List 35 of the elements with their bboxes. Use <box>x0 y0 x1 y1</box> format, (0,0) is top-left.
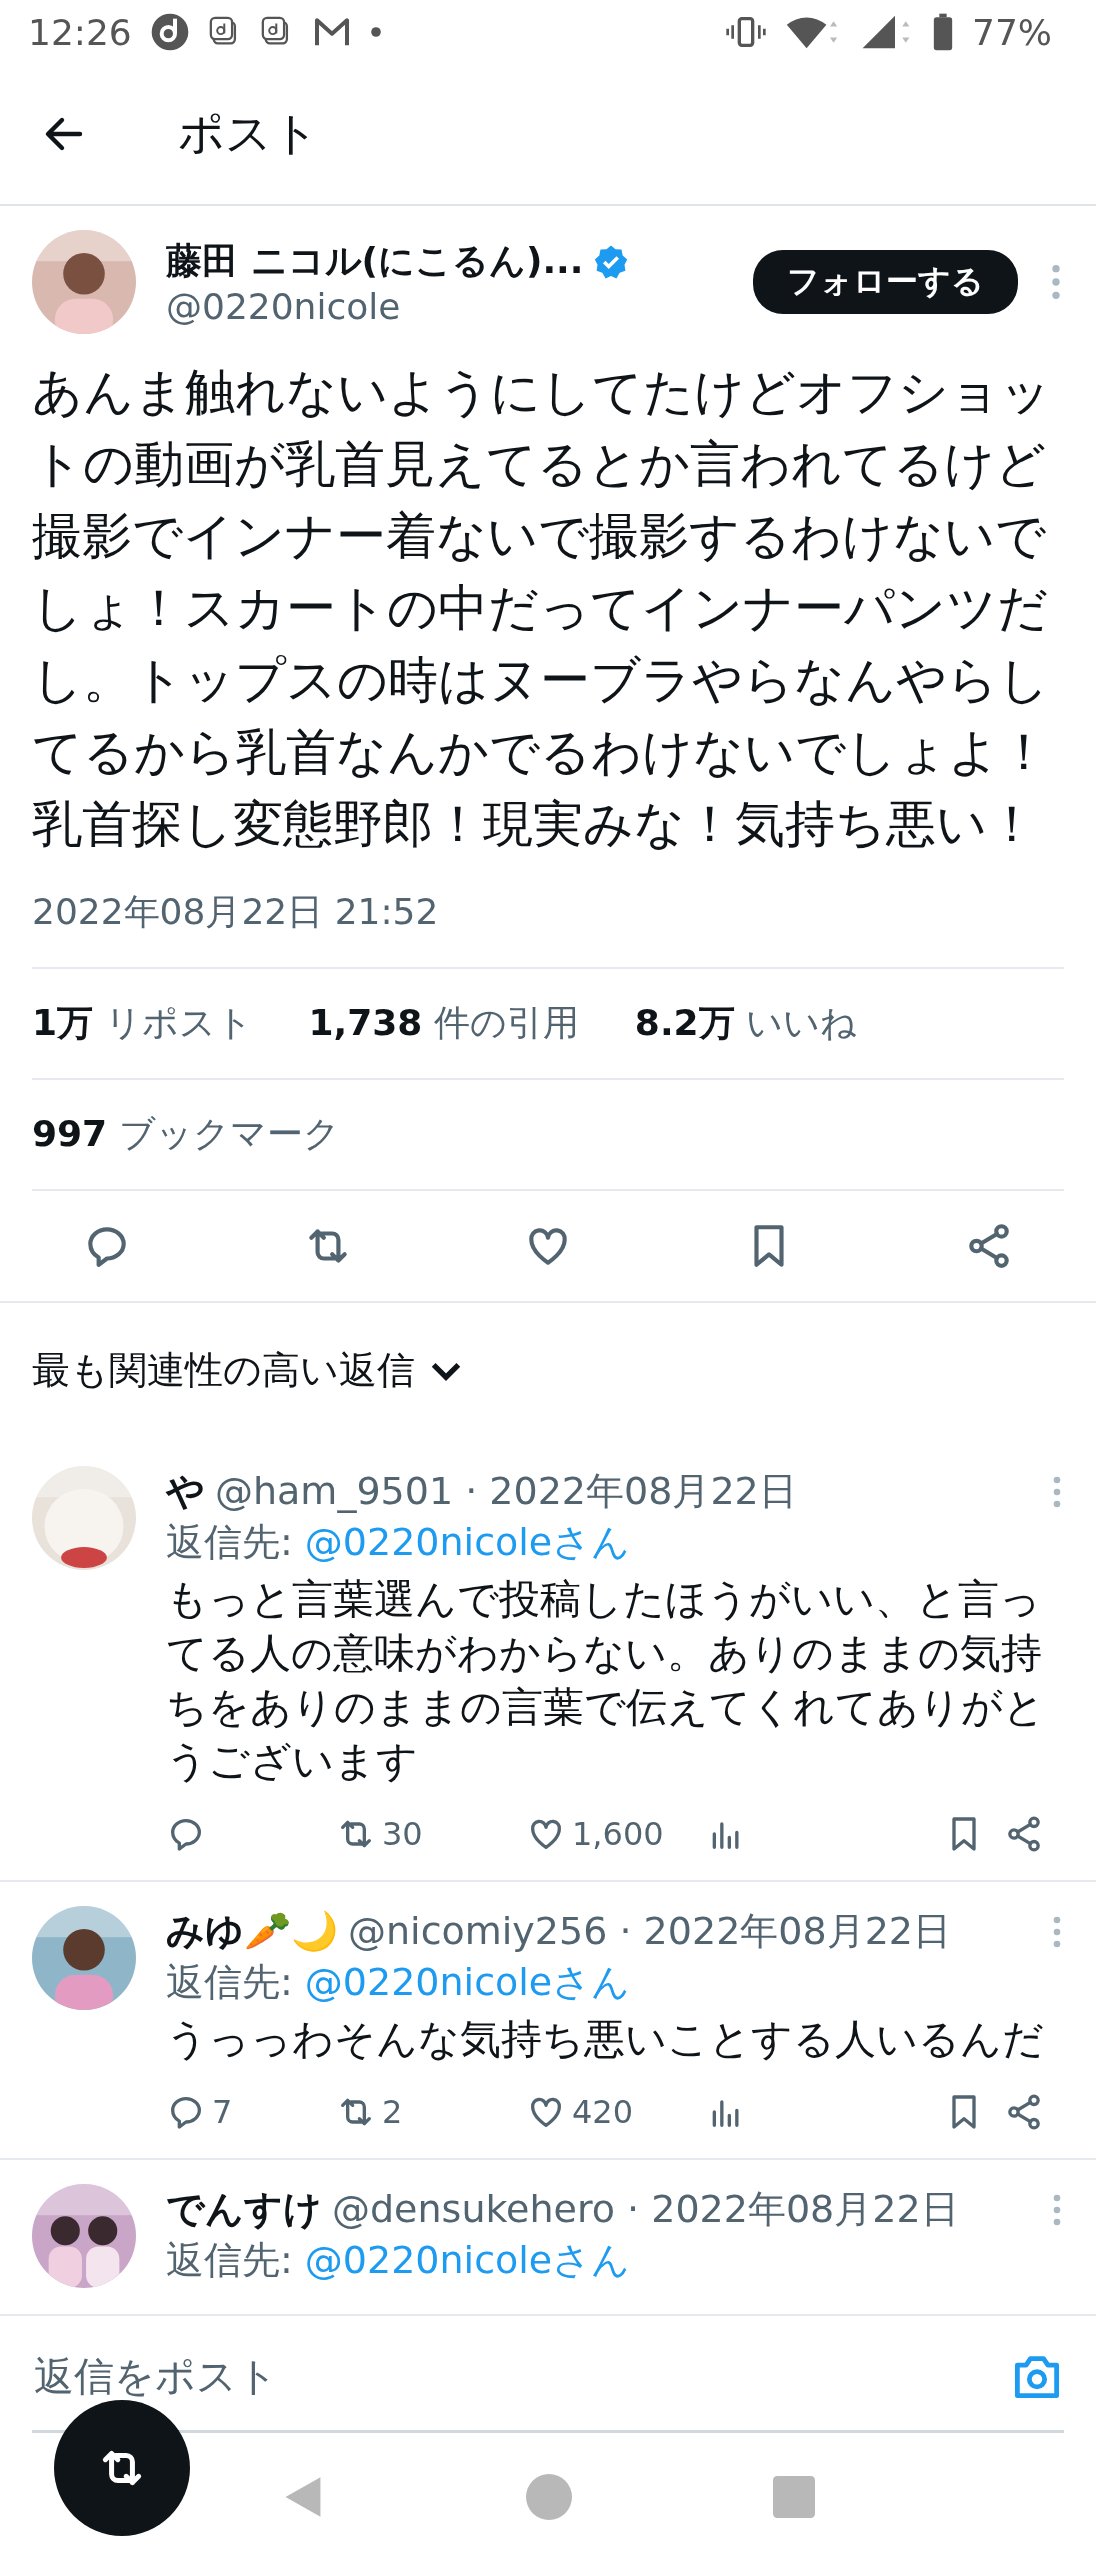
reply-to-label: 返信先: <box>166 1959 293 2006</box>
chevron-down-icon <box>431 1360 461 1381</box>
reply-author-name: や <box>166 1468 205 1515</box>
follow-button[interactable]: フォローする <box>753 250 1018 314</box>
reply-author-name: みゆ🥕🌙 <box>166 1908 338 1955</box>
author-handle: @0220nicole <box>166 286 402 327</box>
reply-to-label: 返信先: <box>166 1519 293 1566</box>
post-text: あんま触れないようにしてたけどオフショットの動画が乳首見えてるとか言われてるけど撮影でインナー着ないで撮影するわけないでしょ！スカートの中だってインナーパンツだし。トップスの時はヌーブラやらなんやらしてるから乳首なんかでるわけないでしょよ！乳首探し変態野郎！現実みな！気持ち悪い！ <box>32 362 1052 855</box>
clock-time: 12:26 <box>28 11 132 53</box>
reply-handle-date: @nicomiy256 · 2022年08月22日 <box>348 1908 953 1955</box>
reply-input-field[interactable]: 返信をポスト <box>32 2352 1010 2400</box>
stat-count[interactable]: 1万 リポスト <box>32 999 253 1048</box>
reply-text: うっっわそんな気持ち悪いことする人いるんだ <box>166 2014 1045 2065</box>
bookmark-count[interactable]: 997 ブックマーク <box>32 1110 340 1159</box>
reply-handle-date: @ham_9501 · 2022年08月22日 <box>215 1468 798 1515</box>
battery-percent: 77% <box>972 11 1052 53</box>
post-timestamp: 2022年08月22日 21:52 <box>32 890 440 934</box>
like-button[interactable]: 1,600 <box>526 1814 664 1854</box>
sort-label[interactable]: 最も関連性の高い返信 <box>32 1345 415 1396</box>
reply-text: もっと言葉選んで投稿したほうがいい、と言ってる人の意味がわからない。ありのままの気持ちをありのままの言葉で伝えてくれてありがとうございます <box>166 1574 1046 1787</box>
like-button[interactable]: 420 <box>526 2092 634 2132</box>
author-name: 藤田 ニコル(にこるん)... <box>166 239 584 283</box>
battery-icon <box>932 13 954 51</box>
reply-button[interactable]: 7 <box>166 2092 233 2132</box>
dot-icon <box>369 26 382 38</box>
d-circle-icon <box>149 12 190 52</box>
reply-author-name: でんすけ <box>166 2186 322 2233</box>
vibrate-icon <box>726 14 766 50</box>
page-title: ポスト <box>178 105 319 162</box>
stat-count[interactable]: 1,738 件の引用 <box>308 999 579 1048</box>
repost-button[interactable]: 2 <box>336 2092 403 2132</box>
stat-count[interactable]: 8.2万 いいね <box>634 999 858 1048</box>
reply-handle-date: @densukehero · 2022年08月22日 <box>332 2186 960 2233</box>
repost-button[interactable]: 30 <box>336 1814 423 1854</box>
reply-to-label: 返信先: <box>166 2237 293 2284</box>
